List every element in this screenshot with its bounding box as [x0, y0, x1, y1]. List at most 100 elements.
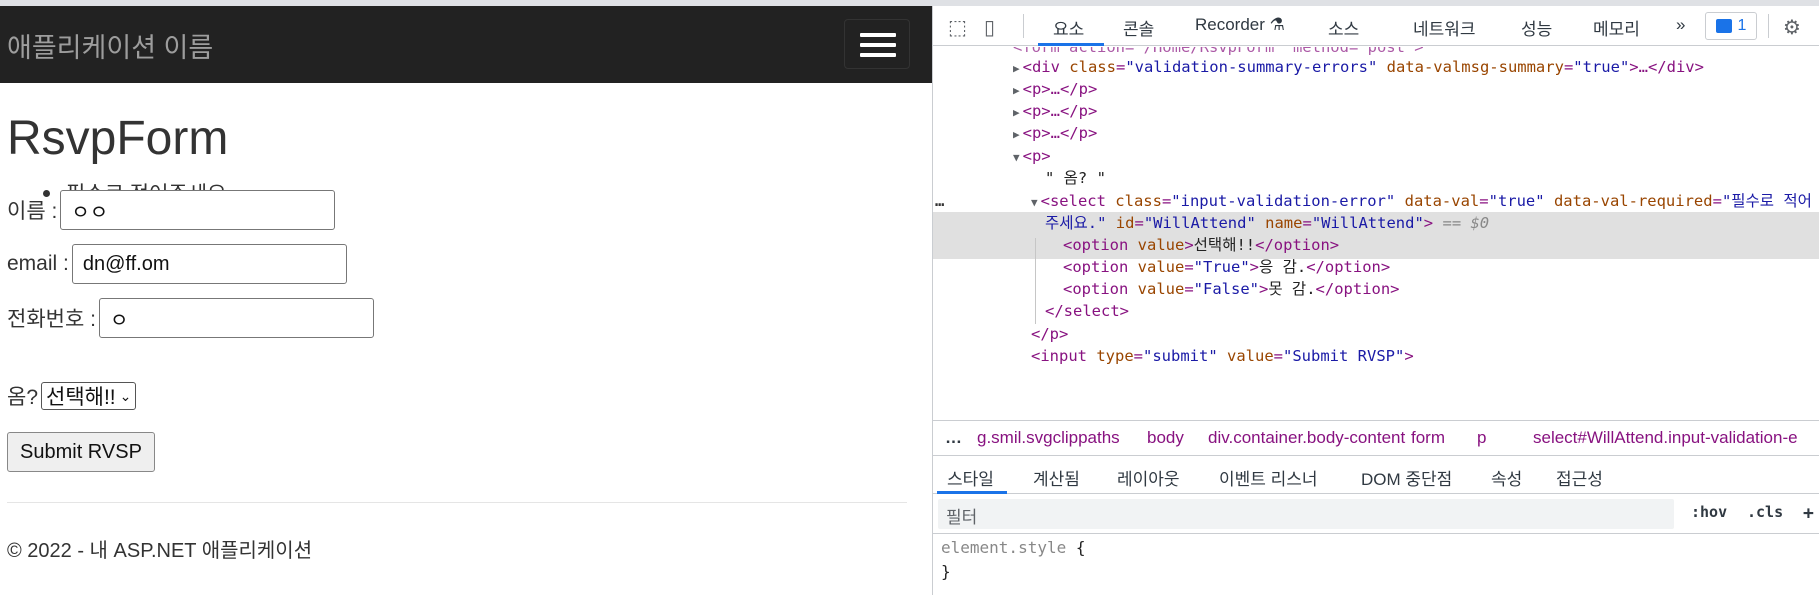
- dom-attr: data-valmsg-summary: [1386, 58, 1564, 76]
- devtools-tabbar: ⬚ ▯ 요소 콘솔 Recorder ⚗ 소스 네트워크 성능 메모리 » 1 …: [933, 6, 1819, 46]
- subtab-event-listeners[interactable]: 이벤트 리스너: [1219, 465, 1318, 490]
- breadcrumb-more[interactable]: …: [945, 428, 962, 448]
- collapse-triangle-icon[interactable]: ▼: [1013, 151, 1020, 164]
- inspect-element-icon[interactable]: ⬚: [948, 15, 967, 40]
- style-selector[interactable]: element.style: [941, 538, 1066, 557]
- tab-memory[interactable]: 메모리: [1593, 15, 1640, 40]
- dom-line-p-end[interactable]: </p>: [1031, 324, 1068, 344]
- breadcrumb-item[interactable]: body: [1147, 428, 1184, 448]
- tab-elements[interactable]: 요소: [1053, 15, 1084, 40]
- dom-line-p[interactable]: ▶ <p>…</p>: [1013, 79, 1097, 101]
- dom-line-p[interactable]: ▶ <p>…</p>: [1013, 123, 1097, 145]
- dom-attr: value: [1227, 347, 1274, 365]
- phone-input[interactable]: ㅇ: [98, 298, 374, 338]
- expand-triangle-icon[interactable]: ▶: [1013, 62, 1020, 75]
- dom-line-validation-summary[interactable]: ▶ <div class="validation-summary-errors" …: [1013, 57, 1704, 79]
- more-tabs-button[interactable]: »: [1676, 15, 1685, 35]
- dom-line-option[interactable]: <option value="False">못 감.</option>: [1063, 279, 1400, 299]
- dom-line-input[interactable]: <input type="submit" value="Submit RVSP"…: [1031, 346, 1414, 366]
- toolbar-separator: [1023, 14, 1024, 38]
- web-page: 애플리케이션 이름 RsvpForm 필수로 적어주세요. 이름 : ㅇㅇ em…: [0, 6, 932, 595]
- device-toolbar-icon[interactable]: ▯: [984, 15, 995, 40]
- name-input[interactable]: ㅇㅇ: [60, 190, 336, 230]
- attend-row: 옴? 선택해!! ⌄: [7, 381, 137, 411]
- breadcrumb-item[interactable]: p: [1477, 428, 1486, 448]
- dom-attr-value: "필수로 적어: [1721, 192, 1812, 210]
- dom-line-p-open[interactable]: ▼ <p>: [1013, 146, 1051, 168]
- dom-line-p[interactable]: ▶ <p>…</p>: [1013, 101, 1097, 123]
- dom-attr-value: "Submit RVSP": [1283, 347, 1405, 365]
- dom-attr: id: [1115, 214, 1135, 232]
- email-input[interactable]: dn@ff.om: [71, 244, 347, 284]
- issues-icon: [1715, 19, 1732, 33]
- dom-tag: </p>: [1031, 325, 1069, 343]
- tab-network[interactable]: 네트워크: [1413, 15, 1476, 40]
- class-toggle[interactable]: .cls: [1747, 503, 1783, 521]
- dom-attr-value: "validation-summary-errors": [1125, 58, 1378, 76]
- styles-filter-input[interactable]: 필터: [938, 499, 1674, 529]
- dom-attr: value: [1137, 258, 1185, 276]
- subtab-computed[interactable]: 계산됨: [1033, 465, 1080, 490]
- more-options-icon[interactable]: …: [935, 191, 944, 211]
- subtab-dom-breakpoints[interactable]: DOM 중단점: [1361, 465, 1452, 490]
- dom-attr: name: [1265, 214, 1303, 232]
- chevron-down-icon: ⌄: [119, 387, 132, 404]
- tab-recorder[interactable]: Recorder ⚗: [1195, 15, 1285, 35]
- breadcrumb-item-selected[interactable]: select#WillAttend.input-validation-e: [1533, 428, 1798, 448]
- expand-triangle-icon[interactable]: ▶: [1013, 106, 1020, 119]
- dom-text: 응 감.: [1259, 258, 1307, 276]
- dom-attr-value: "true": [1573, 58, 1630, 76]
- issues-badge[interactable]: 1: [1705, 12, 1757, 40]
- breadcrumb: … g.smil.svgclippaths body div.container…: [933, 420, 1819, 456]
- dom-tag: <p>…</p>: [1022, 124, 1098, 142]
- subtab-accessibility[interactable]: 접근성: [1556, 465, 1603, 490]
- hamburger-bar: [860, 43, 896, 47]
- will-attend-select[interactable]: 선택해!! ⌄: [41, 382, 137, 410]
- dom-attr-value: "input-validation-error": [1171, 192, 1396, 210]
- dom-attr: value: [1137, 236, 1185, 254]
- name-label: 이름 :: [7, 200, 58, 223]
- breadcrumb-item[interactable]: g.smil.svgclippaths: [977, 428, 1120, 448]
- collapse-triangle-icon[interactable]: ▼: [1031, 196, 1038, 209]
- hover-state-toggle[interactable]: :hov: [1691, 503, 1727, 521]
- subtab-layout[interactable]: 레이아웃: [1117, 465, 1180, 490]
- dom-tag: <option: [1063, 280, 1138, 298]
- add-rule-icon[interactable]: +: [1803, 503, 1814, 524]
- dom-tag: </option>: [1315, 280, 1400, 298]
- dom-line-option[interactable]: <option value>선택해!!</option>: [1063, 235, 1339, 255]
- dom-tag: </option>: [1306, 258, 1391, 276]
- style-open-brace: {: [1075, 538, 1086, 557]
- style-rule: element.style { }: [941, 536, 1086, 584]
- dom-attr-value: "True": [1193, 258, 1250, 276]
- breadcrumb-item[interactable]: div.container.body-content: [1208, 428, 1405, 448]
- brand-link[interactable]: 애플리케이션 이름: [7, 26, 213, 65]
- expand-triangle-icon[interactable]: ▶: [1013, 128, 1020, 141]
- dom-attr: type: [1096, 347, 1134, 365]
- dom-attr: data-val: [1404, 192, 1480, 210]
- expand-triangle-icon[interactable]: ▶: [1013, 84, 1020, 97]
- dom-tag: <p>: [1022, 147, 1051, 165]
- dom-line-select[interactable]: ▼ <select class="input-validation-error" …: [1031, 191, 1812, 213]
- tab-performance[interactable]: 성능: [1521, 15, 1552, 40]
- dom-tag: </option>: [1255, 236, 1340, 254]
- dom-attr: class: [1069, 58, 1116, 76]
- breadcrumb-item[interactable]: form: [1411, 428, 1445, 448]
- dom-tree: <form action="/Home/RsvpForm" method="po…: [933, 47, 1819, 420]
- page-title: RsvpForm: [7, 112, 229, 165]
- navbar-toggle-button[interactable]: [844, 19, 910, 69]
- submit-rsvp-button[interactable]: Submit RVSP: [7, 432, 155, 472]
- tab-sources[interactable]: 소스: [1328, 15, 1359, 40]
- dom-tag: >: [1423, 214, 1434, 232]
- dom-line-select-cont[interactable]: 주세요." id="WillAttend" name="WillAttend">…: [1045, 213, 1489, 233]
- tab-console[interactable]: 콘솔: [1123, 15, 1154, 40]
- dom-text: 선택해!!: [1193, 236, 1256, 254]
- toolbar-separator: [1768, 14, 1769, 38]
- subtab-properties[interactable]: 속성: [1491, 465, 1522, 490]
- dom-line-form[interactable]: <form action="/Home/RsvpForm" method="po…: [1013, 47, 1424, 57]
- dom-text-node[interactable]: " 옴? ": [1045, 168, 1106, 188]
- dom-line-select-end[interactable]: </select>: [1045, 301, 1129, 321]
- dom-tag: <input: [1031, 347, 1097, 365]
- settings-gear-icon[interactable]: ⚙: [1783, 15, 1801, 40]
- dom-line-option[interactable]: <option value="True">응 감.</option>: [1063, 257, 1390, 277]
- subtab-styles[interactable]: 스타일: [947, 465, 994, 490]
